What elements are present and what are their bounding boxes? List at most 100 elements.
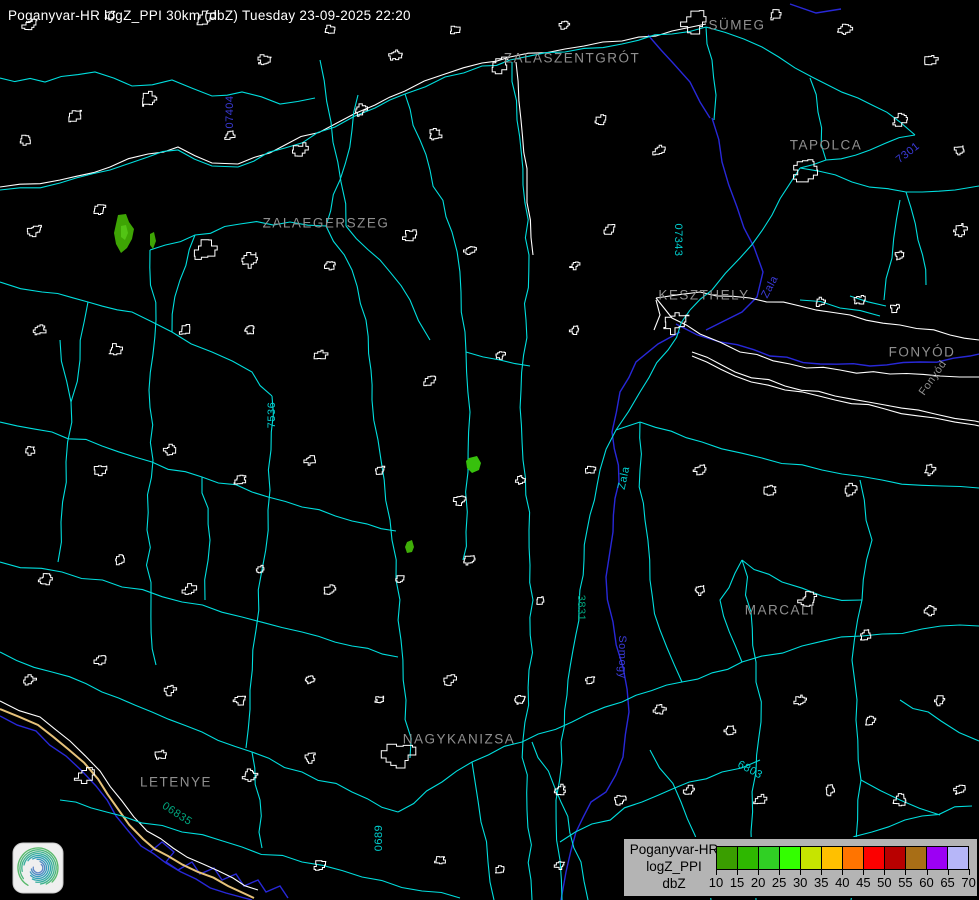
map-line xyxy=(0,422,396,531)
map-line xyxy=(554,862,564,870)
map-line xyxy=(238,57,510,164)
city-label-tapolca: TAPOLCA xyxy=(790,138,863,153)
map-line xyxy=(0,562,398,657)
map-line xyxy=(925,464,936,475)
map-line xyxy=(954,785,966,794)
map-line xyxy=(561,430,616,742)
map-line xyxy=(143,91,157,106)
map-line xyxy=(861,780,940,815)
map-line xyxy=(559,21,570,29)
map-line xyxy=(326,226,372,400)
colorbar-cell xyxy=(864,847,885,869)
map-line xyxy=(356,104,368,116)
map-line xyxy=(94,656,106,665)
colorbar xyxy=(716,846,969,870)
map-line xyxy=(653,705,666,715)
map-line xyxy=(906,192,926,285)
map-line xyxy=(314,861,326,871)
map-line xyxy=(372,400,411,758)
map-line xyxy=(233,696,245,705)
colorbar-cell xyxy=(948,847,968,869)
map-line xyxy=(771,10,781,20)
map-line xyxy=(954,224,968,237)
map-line xyxy=(472,762,494,900)
map-line xyxy=(554,784,565,795)
map-line xyxy=(794,695,807,705)
map-line xyxy=(33,325,46,335)
map-line xyxy=(305,753,315,763)
map-line xyxy=(693,465,706,475)
map-line xyxy=(179,325,189,335)
map-line xyxy=(182,584,197,595)
map-line xyxy=(695,586,704,596)
map-line xyxy=(194,240,217,260)
map-line xyxy=(496,866,505,873)
map-line xyxy=(150,842,288,898)
map-line xyxy=(845,483,857,496)
map-line xyxy=(891,304,900,312)
road-label-3831: 3831 xyxy=(575,595,587,621)
map-line xyxy=(109,344,122,355)
map-line xyxy=(556,742,562,900)
map-line xyxy=(94,205,106,215)
map-line xyxy=(27,225,41,236)
colorbar-cell xyxy=(885,847,906,869)
map-line xyxy=(595,115,606,125)
map-line xyxy=(586,677,595,684)
city-label-fonyod: FONYÓD xyxy=(889,345,956,360)
map-line xyxy=(444,675,457,686)
city-label-zalaszentgrot: ZALASZENTGRÓT xyxy=(504,51,641,66)
map-line xyxy=(326,95,358,226)
map-line xyxy=(396,576,404,583)
map-line xyxy=(375,696,384,703)
map-line xyxy=(202,477,210,600)
weather-service-spiral-logo xyxy=(12,842,64,894)
map-line xyxy=(320,60,346,226)
map-line xyxy=(764,485,776,495)
map-line xyxy=(537,597,544,605)
map-line xyxy=(71,302,88,402)
colorbar-cell xyxy=(822,847,843,869)
map-line xyxy=(653,145,665,155)
map-line xyxy=(640,422,979,488)
legend-panel: Poganyvar-HR logZ_PPI dbZ 10152025303540… xyxy=(622,837,979,898)
map-line xyxy=(163,444,175,455)
colorbar-cell xyxy=(738,847,759,869)
map-line xyxy=(954,146,964,155)
map-line xyxy=(164,685,176,695)
map-line xyxy=(924,606,936,616)
map-line xyxy=(742,560,862,600)
road-label-7536: 7536 xyxy=(266,402,278,428)
map-line xyxy=(389,50,403,60)
map-line xyxy=(94,466,107,476)
map-line xyxy=(238,60,510,167)
map-line xyxy=(246,396,273,748)
colorbar-cell xyxy=(780,847,801,869)
radar-echo xyxy=(405,540,414,553)
map-line xyxy=(225,131,235,140)
map-line xyxy=(935,696,945,706)
radar-title: Poganyvar-HR logZ_PPI 30km (dbZ) Tuesday… xyxy=(8,8,411,23)
map-line xyxy=(604,225,615,235)
colorbar-cell xyxy=(717,847,738,869)
map-line xyxy=(304,456,316,466)
city-label-nagykanizsa: NAGYKANIZSA xyxy=(403,732,516,747)
map-line xyxy=(866,716,876,725)
map-line xyxy=(586,466,596,473)
radar-echo xyxy=(150,232,156,249)
map-line xyxy=(0,72,315,104)
map-line xyxy=(639,422,682,682)
road-label-0689: 0689 xyxy=(373,825,385,851)
map-line xyxy=(305,676,315,684)
map-line xyxy=(314,350,328,359)
map-line xyxy=(451,26,461,34)
colorbar-tick-label: 70 xyxy=(957,875,979,890)
map-line xyxy=(403,230,417,241)
map-line xyxy=(424,376,436,386)
city-label-keszthely: KESZTHELY xyxy=(658,288,749,303)
map-line xyxy=(155,750,166,759)
radar-screen: Poganyvar-HR logZ_PPI 30km (dbZ) Tuesday… xyxy=(0,0,979,900)
colorbar-cell xyxy=(759,847,780,869)
map-line xyxy=(0,282,272,396)
map-line xyxy=(464,247,477,255)
